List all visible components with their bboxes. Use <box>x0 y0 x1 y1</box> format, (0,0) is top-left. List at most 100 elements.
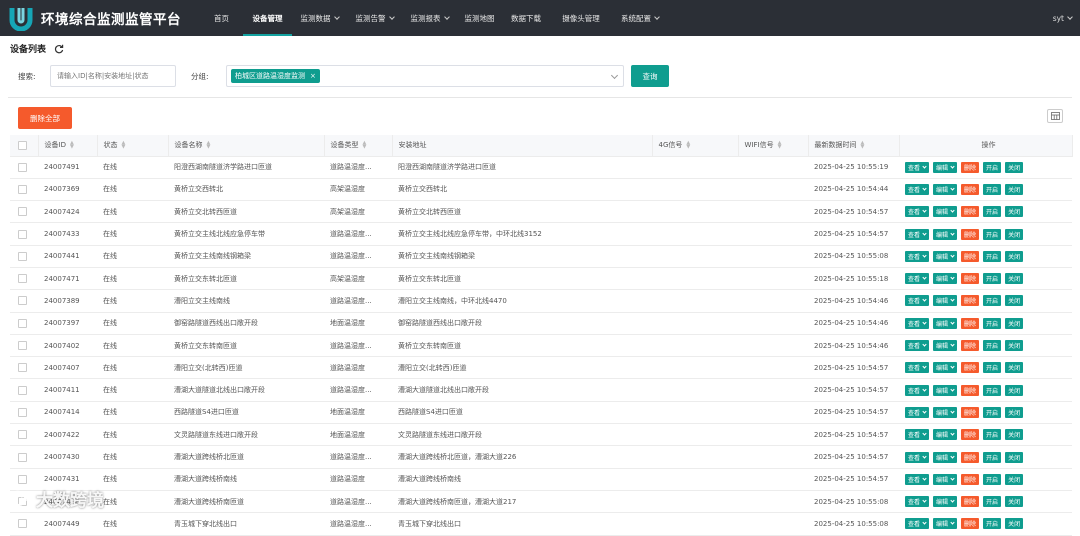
view-button[interactable]: 查看 <box>905 317 930 329</box>
view-button[interactable]: 查看 <box>905 273 930 285</box>
table-row[interactable]: 24007441 在线 黄桥立交主线南线钢箱梁 道路温湿度... 黄桥立交主线南线钢箱梁… <box>10 245 1072 268</box>
close-button[interactable]: 关闭 <box>1005 384 1024 396</box>
nav-item-4[interactable]: 监测报表 <box>402 0 457 36</box>
close-button[interactable]: 关闭 <box>1005 250 1024 262</box>
open-button[interactable]: 开启 <box>983 206 1002 218</box>
nav-item-1[interactable]: 设备管理 <box>243 0 292 36</box>
nav-item-5[interactable]: 监测地图 <box>457 0 502 36</box>
table-row[interactable]: 24007402 在线 黄桥立交东转南匝道 道路温湿度... 黄桥立交东转南匝道 2025… <box>10 334 1072 358</box>
close-button[interactable]: 关闭 <box>1005 473 1024 485</box>
delete-button[interactable]: 删除 <box>961 295 980 307</box>
nav-item-8[interactable]: 系统配置 <box>612 0 668 36</box>
open-button[interactable]: 开启 <box>983 228 1002 240</box>
chevron-down-icon[interactable] <box>610 71 619 80</box>
view-button[interactable]: 查看 <box>905 362 930 374</box>
close-button[interactable]: 关闭 <box>1005 340 1024 352</box>
row-checkbox[interactable] <box>10 289 38 313</box>
table-row[interactable]: 24007407 在线 漕阳立交(北转西)匝道 道路温湿度 漕阳立交(北转西)匝道 202… <box>10 356 1072 380</box>
table-row[interactable]: 24007431 在线 漕湖大道跨线桥南线 道路温湿度 漕湖大道跨线桥南线 2025-04… <box>10 468 1072 491</box>
delete-button[interactable]: 删除 <box>961 340 980 352</box>
delete-button[interactable]: 删除 <box>961 406 980 418</box>
close-button[interactable]: 关闭 <box>1005 273 1024 285</box>
view-button[interactable]: 查看 <box>905 183 930 195</box>
row-checkbox[interactable] <box>10 245 38 268</box>
search-input[interactable] <box>50 65 176 87</box>
table-row[interactable]: 24007491 在线 阳澄西湖南隧道济学路进口匝道 道路温湿度... 阳澄西湖南隧道济… <box>10 156 1072 179</box>
edit-button[interactable]: 编辑 <box>933 317 958 329</box>
refresh-icon[interactable] <box>54 44 64 54</box>
close-button[interactable]: 关闭 <box>1005 228 1024 240</box>
table-row[interactable]: 24007433 在线 黄桥立交主线北线应急停车带 道路温湿度... 黄桥立交主线北线应… <box>10 222 1072 246</box>
delete-button[interactable]: 删除 <box>961 473 980 485</box>
delete-button[interactable]: 删除 <box>961 206 980 218</box>
header-device-name[interactable]: 设备名称 ▲ ▼ <box>168 135 325 157</box>
edit-button[interactable]: 编辑 <box>933 250 958 262</box>
nav-item-7[interactable]: 摄像头管理 <box>550 0 612 36</box>
nav-item-3[interactable]: 监测告警 <box>347 0 402 36</box>
close-button[interactable]: 关闭 <box>1005 362 1024 374</box>
close-button[interactable]: 关闭 <box>1005 429 1024 441</box>
row-checkbox[interactable] <box>10 222 38 246</box>
open-button[interactable]: 开启 <box>983 451 1002 463</box>
delete-button[interactable]: 删除 <box>961 317 980 329</box>
row-checkbox[interactable] <box>10 156 38 179</box>
row-checkbox[interactable] <box>10 334 38 358</box>
close-button[interactable]: 关闭 <box>1005 317 1024 329</box>
nav-item-0[interactable]: 首页 <box>200 0 243 36</box>
edit-button[interactable]: 编辑 <box>933 473 958 485</box>
view-button[interactable]: 查看 <box>905 161 930 173</box>
delete-button[interactable]: 删除 <box>961 362 980 374</box>
user-menu[interactable]: syt <box>1053 0 1073 36</box>
delete-button[interactable]: 删除 <box>961 384 980 396</box>
row-checkbox[interactable] <box>10 423 38 447</box>
query-button[interactable]: 查询 <box>631 65 669 87</box>
header-wifi-signal[interactable]: WIFI信号 ▲ ▼ <box>738 135 809 157</box>
open-button[interactable]: 开启 <box>983 317 1002 329</box>
view-button[interactable]: 查看 <box>905 429 930 441</box>
header-device-type[interactable]: 设备类型 ▲ ▼ <box>324 135 393 157</box>
edit-button[interactable]: 编辑 <box>933 183 958 195</box>
close-button[interactable]: 关闭 <box>1005 161 1024 173</box>
delete-all-button[interactable]: 删除全部 <box>18 107 72 129</box>
view-button[interactable]: 查看 <box>905 451 930 463</box>
nav-item-6[interactable]: 数据下载 <box>502 0 550 36</box>
edit-button[interactable]: 编辑 <box>933 429 958 441</box>
sort-icon[interactable]: ▲ ▼ <box>122 141 126 150</box>
view-button[interactable]: 查看 <box>905 496 930 508</box>
row-checkbox[interactable] <box>10 312 38 335</box>
row-checkbox[interactable] <box>10 378 38 402</box>
table-row[interactable]: 24007389 在线 漕阳立交主线南线 道路温湿度... 漕阳立交主线南线，中环北线4… <box>10 289 1072 313</box>
open-button[interactable]: 开启 <box>983 295 1002 307</box>
sort-icon[interactable]: ▲ ▼ <box>363 141 367 150</box>
sort-icon[interactable]: ▲ ▼ <box>70 141 74 150</box>
close-button[interactable]: 关闭 <box>1005 406 1024 418</box>
delete-button[interactable]: 删除 <box>961 451 980 463</box>
view-button[interactable]: 查看 <box>905 250 930 262</box>
sort-icon[interactable]: ▲ ▼ <box>861 141 865 150</box>
delete-button[interactable]: 删除 <box>961 496 980 508</box>
view-button[interactable]: 查看 <box>905 406 930 418</box>
header-status[interactable]: 状态 ▲ ▼ <box>97 135 169 157</box>
open-button[interactable]: 开启 <box>983 406 1002 418</box>
delete-button[interactable]: 删除 <box>961 228 980 240</box>
delete-button[interactable]: 删除 <box>961 250 980 262</box>
row-checkbox[interactable] <box>10 200 38 224</box>
edit-button[interactable]: 编辑 <box>933 228 958 240</box>
close-button[interactable]: 关闭 <box>1005 295 1024 307</box>
view-button[interactable]: 查看 <box>905 340 930 352</box>
sort-icon[interactable]: ▲ ▼ <box>778 141 782 150</box>
row-checkbox[interactable] <box>10 445 38 469</box>
edit-button[interactable]: 编辑 <box>933 340 958 352</box>
view-button[interactable]: 查看 <box>905 228 930 240</box>
close-icon[interactable]: × <box>310 72 316 80</box>
open-button[interactable]: 开启 <box>983 473 1002 485</box>
row-checkbox[interactable] <box>10 356 38 380</box>
edit-button[interactable]: 编辑 <box>933 161 958 173</box>
table-row[interactable]: 24007438 在线 漕湖大道跨线桥南匝道 道路温湿度... 漕湖大道跨线桥南匝道，漕… <box>10 490 1072 514</box>
open-button[interactable]: 开启 <box>983 340 1002 352</box>
view-button[interactable]: 查看 <box>905 384 930 396</box>
delete-button[interactable]: 删除 <box>961 183 980 195</box>
edit-button[interactable]: 编辑 <box>933 295 958 307</box>
open-button[interactable]: 开启 <box>983 362 1002 374</box>
open-button[interactable]: 开启 <box>983 161 1002 173</box>
